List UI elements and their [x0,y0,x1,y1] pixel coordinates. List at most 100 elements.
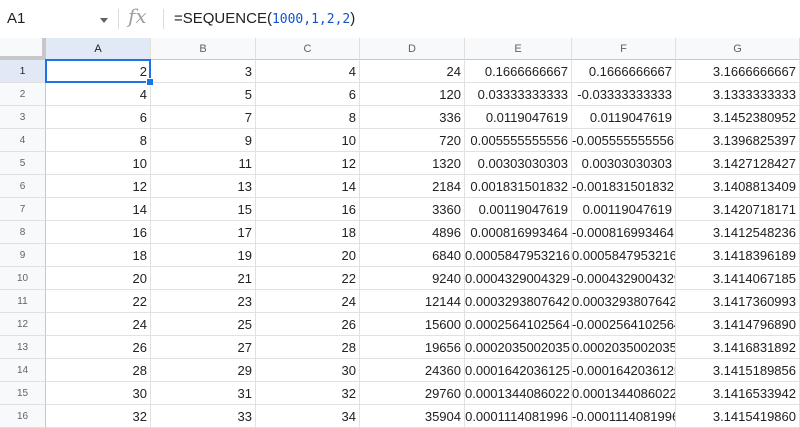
cell-e5[interactable]: 0.00303030303 [465,152,572,175]
cell-f12[interactable]: -0.0002564102564 [572,313,676,336]
cell-g6[interactable]: 3.1408813409 [676,175,800,198]
row-header-7[interactable]: 7 [0,198,46,221]
cell-c9[interactable]: 20 [256,244,360,267]
cell-e13[interactable]: 0.0002035002035 [465,336,572,359]
cell-e8[interactable]: 0.000816993464 [465,221,572,244]
cell-g14[interactable]: 3.1415189856 [676,359,800,382]
cell-f8[interactable]: -0.000816993464 [572,221,676,244]
row-header-3[interactable]: 3 [0,106,46,129]
cell-a16[interactable]: 32 [46,405,151,428]
cell-a4[interactable]: 8 [46,129,151,152]
cell-g7[interactable]: 3.1420718171 [676,198,800,221]
row-header-10[interactable]: 10 [0,267,46,290]
cell-a8[interactable]: 16 [46,221,151,244]
cell-f16[interactable]: -0.0001114081996 [572,405,676,428]
cell-b3[interactable]: 7 [151,106,256,129]
cell-e10[interactable]: 0.0004329004329 [465,267,572,290]
cell-c15[interactable]: 32 [256,382,360,405]
column-header-c[interactable]: C [256,38,360,60]
cell-g8[interactable]: 3.1412548236 [676,221,800,244]
cell-c5[interactable]: 12 [256,152,360,175]
cell-g5[interactable]: 3.1427128427 [676,152,800,175]
cell-g2[interactable]: 3.1333333333 [676,83,800,106]
formula-input[interactable]: =SEQUENCE(1000,1,2,2) [174,10,355,27]
cell-d11[interactable]: 12144 [360,290,465,313]
cell-c2[interactable]: 6 [256,83,360,106]
cell-a5[interactable]: 10 [46,152,151,175]
cell-b2[interactable]: 5 [151,83,256,106]
cell-d13[interactable]: 19656 [360,336,465,359]
cell-d6[interactable]: 2184 [360,175,465,198]
cell-d4[interactable]: 720 [360,129,465,152]
row-header-14[interactable]: 14 [0,359,46,382]
cell-e7[interactable]: 0.00119047619 [465,198,572,221]
cell-a9[interactable]: 18 [46,244,151,267]
cell-f2[interactable]: -0.03333333333 [572,83,676,106]
cell-a1[interactable]: 2 [46,60,151,83]
column-header-e[interactable]: E [465,38,572,60]
cell-d3[interactable]: 336 [360,106,465,129]
cell-b11[interactable]: 23 [151,290,256,313]
cell-c8[interactable]: 18 [256,221,360,244]
cell-d15[interactable]: 29760 [360,382,465,405]
column-header-b[interactable]: B [151,38,256,60]
row-header-1[interactable]: 1 [0,60,46,83]
cell-b6[interactable]: 13 [151,175,256,198]
cell-b7[interactable]: 15 [151,198,256,221]
cell-g16[interactable]: 3.1415419860 [676,405,800,428]
row-header-6[interactable]: 6 [0,175,46,198]
cell-a13[interactable]: 26 [46,336,151,359]
cell-b4[interactable]: 9 [151,129,256,152]
cell-a12[interactable]: 24 [46,313,151,336]
row-header-4[interactable]: 4 [0,129,46,152]
cell-f10[interactable]: -0.0004329004329 [572,267,676,290]
cell-a2[interactable]: 4 [46,83,151,106]
row-header-13[interactable]: 13 [0,336,46,359]
column-header-g[interactable]: G [676,38,800,60]
cell-b9[interactable]: 19 [151,244,256,267]
row-header-11[interactable]: 11 [0,290,46,313]
cell-c6[interactable]: 14 [256,175,360,198]
cell-e2[interactable]: 0.03333333333 [465,83,572,106]
cell-e16[interactable]: 0.0001114081996 [465,405,572,428]
cell-a10[interactable]: 20 [46,267,151,290]
cell-g12[interactable]: 3.1414796890 [676,313,800,336]
cell-e1[interactable]: 0.1666666667 [465,60,572,83]
cell-b12[interactable]: 25 [151,313,256,336]
cell-f5[interactable]: 0.00303030303 [572,152,676,175]
cell-e15[interactable]: 0.0001344086022 [465,382,572,405]
cell-f15[interactable]: 0.0001344086022 [572,382,676,405]
cell-e3[interactable]: 0.0119047619 [465,106,572,129]
cell-g9[interactable]: 3.1418396189 [676,244,800,267]
cell-g13[interactable]: 3.1416831892 [676,336,800,359]
cell-f7[interactable]: 0.00119047619 [572,198,676,221]
cell-b8[interactable]: 17 [151,221,256,244]
cell-g11[interactable]: 3.1417360993 [676,290,800,313]
column-header-d[interactable]: D [360,38,465,60]
name-box[interactable]: A1 [0,0,118,38]
cell-e12[interactable]: 0.0002564102564 [465,313,572,336]
cell-b14[interactable]: 29 [151,359,256,382]
cell-d9[interactable]: 6840 [360,244,465,267]
cell-d1[interactable]: 24 [360,60,465,83]
cell-d8[interactable]: 4896 [360,221,465,244]
fill-handle[interactable] [146,78,154,86]
row-header-2[interactable]: 2 [0,83,46,106]
cell-d7[interactable]: 3360 [360,198,465,221]
cell-a6[interactable]: 12 [46,175,151,198]
row-header-12[interactable]: 12 [0,313,46,336]
cell-f9[interactable]: 0.0005847953216 [572,244,676,267]
cell-d5[interactable]: 1320 [360,152,465,175]
cell-c16[interactable]: 34 [256,405,360,428]
cell-g1[interactable]: 3.1666666667 [676,60,800,83]
row-header-5[interactable]: 5 [0,152,46,175]
cell-d10[interactable]: 9240 [360,267,465,290]
cell-g4[interactable]: 3.1396825397 [676,129,800,152]
cell-f6[interactable]: -0.001831501832 [572,175,676,198]
cell-d14[interactable]: 24360 [360,359,465,382]
cell-c14[interactable]: 30 [256,359,360,382]
cell-c4[interactable]: 10 [256,129,360,152]
cell-a7[interactable]: 14 [46,198,151,221]
cell-b5[interactable]: 11 [151,152,256,175]
cell-c11[interactable]: 24 [256,290,360,313]
